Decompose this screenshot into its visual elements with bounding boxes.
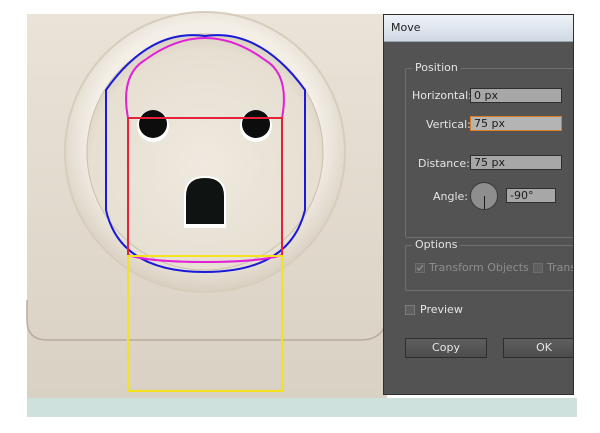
transform-patterns-label: Trans: [547, 261, 574, 274]
angle-dial-needle: [484, 196, 485, 209]
vertical-label: Vertical:: [426, 118, 471, 131]
transform-patterns-checkbox[interactable]: [533, 263, 543, 273]
transform-objects-checkbox[interactable]: [415, 263, 425, 273]
distance-label: Distance:: [418, 157, 470, 170]
position-group: Position Horizontal: 0 px Vertical: 75 p…: [405, 61, 573, 238]
angle-dial[interactable]: [470, 182, 498, 210]
options-group: Options Transform Objects Trans: [405, 238, 574, 291]
move-dialog: Move Position Horizontal: 0 px Vertical:…: [383, 14, 574, 395]
checkmark-icon: [416, 264, 424, 271]
position-legend: Position: [412, 61, 461, 74]
horizontal-field[interactable]: 0 px: [470, 88, 562, 103]
preview-checkbox[interactable]: [405, 305, 415, 315]
options-legend: Options: [412, 238, 461, 251]
ok-button[interactable]: OK: [503, 338, 573, 358]
dialog-titlebar[interactable]: Move: [384, 15, 573, 42]
copy-button[interactable]: Copy: [405, 338, 487, 358]
horizontal-label: Horizontal:: [412, 89, 472, 102]
vertical-field[interactable]: 75 px: [470, 116, 562, 131]
background-strip: [27, 398, 577, 417]
transform-objects-label: Transform Objects: [429, 261, 529, 274]
angle-label: Angle:: [433, 190, 469, 203]
ground-hole: [186, 178, 224, 224]
distance-field[interactable]: 75 px: [470, 155, 562, 170]
preview-label: Preview: [420, 303, 463, 316]
dialog-title: Move: [391, 21, 421, 34]
left-pin-hole-inner: [139, 110, 167, 138]
right-pin-hole-inner: [242, 110, 270, 138]
angle-field[interactable]: -90°: [506, 188, 556, 203]
